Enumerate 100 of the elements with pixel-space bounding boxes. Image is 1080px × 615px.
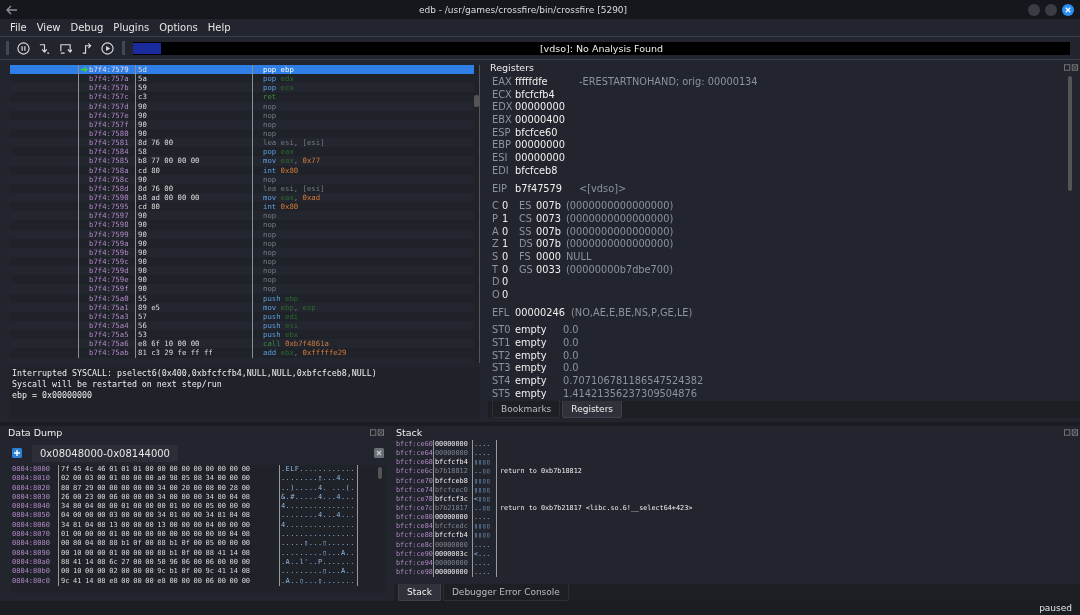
segment-name: SS [519,225,533,239]
register-value[interactable]: bfcfceb8 [515,164,569,178]
register-name: ST1 [492,337,512,350]
register-name: ECX [492,88,513,102]
panel-tab[interactable]: Stack [398,584,441,601]
scrollbar-thumb[interactable] [474,95,479,107]
flag-value[interactable]: 1 [502,212,519,226]
flag-value[interactable]: 0 [502,225,519,239]
analysis-status: [vdso]: No Analysis Found [539,42,664,54]
flag-value[interactable]: 0 [502,263,519,277]
flag-name: S [492,250,500,264]
register-comment: 0.0 [563,349,579,363]
flag-name: P [492,212,499,226]
register-value[interactable]: fffffdfe [515,76,569,89]
segment-value[interactable]: 0073 [536,212,566,226]
close-tab-icon[interactable] [374,448,384,458]
panel-tab[interactable]: Registers [562,401,623,418]
step-into-icon[interactable] [38,41,51,55]
flag-name: O [492,289,501,302]
register-value[interactable]: b7f47579 [515,182,569,196]
register-name: EAX [492,76,513,89]
pause-icon[interactable] [17,41,30,55]
segment-value[interactable]: 0033 [536,263,566,277]
panel-tab[interactable]: Bookmarks [492,401,561,418]
register-value[interactable]: empty [515,387,563,401]
register-value[interactable]: empty [515,375,563,388]
add-tab-icon[interactable] [12,448,22,458]
register-comment: 1.41421356237309504876 [563,387,697,401]
dock-icon[interactable] [1064,64,1078,71]
segment-comment: (0000000000000000) [566,212,674,226]
panel-title: Registers [490,62,535,73]
register-name: ST4 [492,375,512,388]
menu-item[interactable]: View [36,22,61,33]
register-name: ST3 [492,362,512,376]
segment-comment: (0000000000000000) [566,200,674,213]
menu-item[interactable]: Plugins [113,22,150,33]
window-title: edb - /usr/games/crossfire/bin/crossfire [5290] [417,4,629,15]
step-over-icon[interactable] [59,41,72,55]
panel-tab[interactable]: Debugger Error Console [442,584,569,601]
flag-value[interactable]: 0 [502,250,519,264]
segment-comment: (0000000000000000) [566,238,674,251]
register-name: EFL [492,306,511,320]
register-value[interactable]: 00000400 [515,114,569,127]
register-comment: 0.0 [563,362,579,376]
register-value[interactable]: empty [515,349,563,363]
register-value[interactable]: empty [515,362,563,376]
dock-icon[interactable] [1064,429,1078,436]
flag-value[interactable]: 0 [502,200,519,213]
play-icon[interactable] [101,41,114,55]
segment-name: DS [519,238,534,251]
flag-name: C [492,200,500,213]
register-value[interactable]: empty [515,324,563,338]
flag-name: T [492,263,499,277]
menu-item[interactable]: Help [207,22,231,33]
flag-name: Z [492,238,500,251]
register-value[interactable]: empty [515,337,563,350]
scrollbar-thumb[interactable] [1068,76,1072,191]
register-comment: 0.707106781186547524382 [563,375,704,388]
console-line: Syscall will be restarted on next step/run [12,379,223,390]
flag-value[interactable]: 0 [502,276,519,289]
register-value[interactable]: 00000000 [515,101,569,115]
register-name: ESP [492,126,512,140]
menu-item[interactable]: Options [159,22,198,33]
dock-icon[interactable] [370,429,384,436]
step-out-icon[interactable] [80,41,93,55]
back-arrow-icon[interactable] [6,4,18,15]
menu-item[interactable]: Debug [70,22,104,33]
current-instruction-icon [80,66,88,74]
segment-value[interactable]: 007b [536,238,566,251]
register-name: ST0 [492,324,512,338]
segment-value[interactable]: 007b [536,200,566,213]
segment-name: GS [519,263,534,277]
register-value[interactable]: 00000000 [515,152,569,165]
register-value[interactable]: bfcfce60 [515,126,569,140]
register-name: ST2 [492,349,512,363]
segment-comment: (00000000b7dbe700) [566,263,674,277]
status-text: paused [1039,603,1072,613]
register-value[interactable]: 00000246 [515,306,569,320]
flag-value[interactable]: 1 [502,238,519,251]
segment-value[interactable]: 007b [536,225,566,239]
menu-item[interactable]: File [10,22,27,33]
register-value[interactable]: 00000000 [515,139,569,153]
flag-value[interactable]: 0 [502,289,519,302]
scrollbar-thumb[interactable] [378,467,382,479]
panel-title: Data Dump [8,427,63,438]
segment-value[interactable]: 0000 [536,250,566,264]
dump-tab[interactable]: 0x08048000-0x08144000 [32,444,178,462]
segment-comment: NULL [566,250,592,264]
register-comment: 0.0 [563,337,579,350]
close-icon[interactable] [1062,3,1074,16]
flag-name: A [492,225,500,239]
register-name: ST5 [492,387,512,401]
flag-name: D [492,276,501,289]
console-line: Interrupted SYSCALL: pselect6(0x400,0xbfcfcfb4,NULL,NULL,0xbfcfceb8,NULL) [12,368,378,379]
segment-name: CS [519,212,534,226]
panel-title: Stack [396,427,423,438]
register-comment: 0.0 [563,324,579,338]
register-name: ESI [492,152,509,165]
register-name: EDI [492,164,510,178]
register-value[interactable]: bfcfcfb4 [515,88,569,102]
